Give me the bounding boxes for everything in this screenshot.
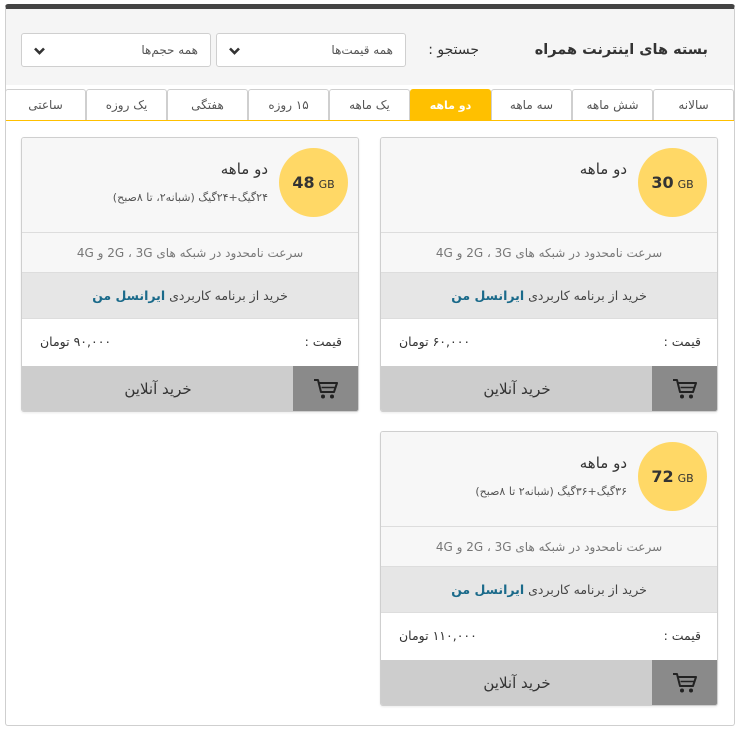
price-filter-value: همه قیمت‌ها — [331, 43, 393, 57]
volume-badge: 30 GB — [638, 148, 707, 217]
volume-unit: GB — [677, 472, 694, 485]
package-title: دو ماهه — [220, 160, 268, 178]
speed-info: سرعت نامحدود در شبکه های 2G ، 3G و 4G — [381, 527, 717, 567]
price-label: قیمت : — [663, 628, 701, 643]
buy-online-label: خرید آنلاین — [124, 380, 192, 398]
app-purchase-info: خرید از برنامه کاربردی ایرانسل من — [22, 273, 358, 319]
tab-two-month[interactable]: دو ماهه — [410, 89, 491, 120]
app-purchase-info: خرید از برنامه کاربردی ایرانسل من — [381, 567, 717, 613]
price-row: قیمت : ۱۱۰,۰۰۰ تومان — [381, 613, 717, 660]
cart-icon — [293, 366, 358, 411]
speed-info: سرعت نامحدود در شبکه های 2G ، 3G و 4G — [22, 233, 358, 273]
tab-yearly[interactable]: سالانه — [653, 89, 734, 120]
app-link[interactable]: ایرانسل من — [451, 582, 524, 597]
size-filter-value: همه حجم‌ها — [141, 43, 198, 57]
package-title: دو ماهه — [579, 454, 627, 472]
buy-online-button[interactable]: خرید آنلاین — [381, 660, 717, 705]
app-purchase-info: خرید از برنامه کاربردی ایرانسل من — [381, 273, 717, 319]
package-subtitle: ۳۶گیگ+۳۶گیگ (شبانه۲ تا ۸صبح) — [475, 485, 627, 498]
buy-online-button[interactable]: خرید آنلاین — [381, 366, 717, 411]
tab-weekly[interactable]: هفتگی — [167, 89, 248, 120]
volume-value: 72 — [651, 467, 674, 486]
price-label: قیمت : — [304, 334, 342, 349]
tab-six-month[interactable]: شش ماهه — [572, 89, 653, 120]
package-title: دو ماهه — [579, 160, 627, 178]
chevron-down-icon — [229, 47, 240, 55]
package-card: 48 GB دو ماهه ۲۴گیگ+۲۴گیگ (شبانه۲، تا ۸ص… — [21, 137, 359, 412]
card-header: 48 GB دو ماهه ۲۴گیگ+۲۴گیگ (شبانه۲، تا ۸ص… — [22, 138, 358, 233]
cart-icon — [652, 366, 717, 411]
price-row: قیمت : ۹۰,۰۰۰ تومان — [22, 319, 358, 366]
tab-one-day[interactable]: یک روزه — [86, 89, 167, 120]
volume-unit: GB — [318, 178, 335, 191]
price-value: ۱۱۰,۰۰۰ تومان — [399, 628, 477, 643]
tab-15-day[interactable]: ۱۵ روزه — [248, 89, 329, 120]
buy-online-label: خرید آنلاین — [483, 380, 551, 398]
price-row: قیمت : ۶۰,۰۰۰ تومان — [381, 319, 717, 366]
duration-tabs: سالانه شش ماهه سه ماهه دو ماهه یک ماهه ۱… — [5, 85, 734, 121]
app-purchase-text: خرید از برنامه کاربردی — [528, 288, 647, 303]
price-value: ۹۰,۰۰۰ تومان — [40, 334, 112, 349]
speed-info: سرعت نامحدود در شبکه های 2G ، 3G و 4G — [381, 233, 717, 273]
app-purchase-text: خرید از برنامه کاربردی — [169, 288, 288, 303]
volume-unit: GB — [677, 178, 694, 191]
size-filter-select[interactable]: همه حجم‌ها — [21, 33, 211, 67]
card-header: 72 GB دو ماهه ۳۶گیگ+۳۶گیگ (شبانه۲ تا ۸صب… — [381, 432, 717, 527]
volume-badge: 72 GB — [638, 442, 707, 511]
buy-online-label: خرید آنلاین — [483, 674, 551, 692]
app-link[interactable]: ایرانسل من — [92, 288, 165, 303]
volume-value: 30 — [651, 173, 674, 192]
price-filter-select[interactable]: همه قیمت‌ها — [216, 33, 406, 67]
app-link[interactable]: ایرانسل من — [451, 288, 524, 303]
search-label: جستجو : — [428, 42, 479, 58]
tab-one-month[interactable]: یک ماهه — [329, 89, 410, 120]
chevron-down-icon — [34, 47, 45, 55]
package-subtitle: ۲۴گیگ+۲۴گیگ (شبانه۲، تا ۸صبح) — [112, 191, 268, 204]
package-card: 30 GB دو ماهه سرعت نامحدود در شبکه های 2… — [380, 137, 718, 412]
package-card: 72 GB دو ماهه ۳۶گیگ+۳۶گیگ (شبانه۲ تا ۸صب… — [380, 431, 718, 706]
price-label: قیمت : — [663, 334, 701, 349]
page-title: بسته های اینترنت همراه — [534, 42, 708, 58]
volume-badge: 48 GB — [279, 148, 348, 217]
cart-icon — [652, 660, 717, 705]
tab-hourly[interactable]: ساعتی — [5, 89, 86, 120]
volume-value: 48 — [292, 173, 315, 192]
tab-three-month[interactable]: سه ماهه — [491, 89, 572, 120]
card-header: 30 GB دو ماهه — [381, 138, 717, 233]
price-value: ۶۰,۰۰۰ تومان — [399, 334, 471, 349]
buy-online-button[interactable]: خرید آنلاین — [22, 366, 358, 411]
header: بسته های اینترنت همراه جستجو : همه قیمت‌… — [6, 9, 734, 85]
packages-widget: بسته های اینترنت همراه جستجو : همه قیمت‌… — [5, 4, 735, 726]
app-purchase-text: خرید از برنامه کاربردی — [528, 582, 647, 597]
